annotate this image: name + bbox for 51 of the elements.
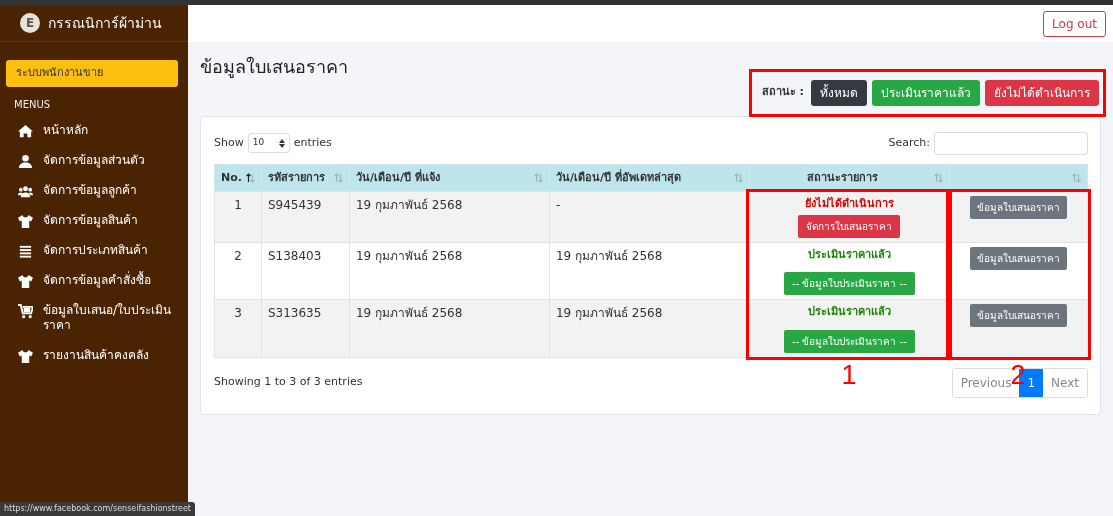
sidebar-item[interactable]: หน้าหลัก xyxy=(0,115,188,146)
status-action-button[interactable]: จัดการใบเสนอราคา xyxy=(798,214,901,238)
house-icon xyxy=(18,123,33,139)
sidebar-item[interactable]: รายงานสินค้าคงคลัง xyxy=(0,340,188,371)
table-cell: S313635 xyxy=(261,299,350,358)
section-label: MENUS xyxy=(13,97,52,112)
table-cell: 19 กุมภาพันธ์ 2568 xyxy=(349,191,550,243)
shirt-icon xyxy=(18,273,33,289)
user-icon xyxy=(18,153,33,169)
quote-info-button[interactable]: ข้อมูลใบเสนอราคา xyxy=(970,304,1068,328)
table-cell: 1 xyxy=(214,191,262,243)
page-size-select[interactable]: 10 xyxy=(247,133,290,153)
filter-button[interactable]: ยังไม่ได้ดำเนินการ xyxy=(985,79,1099,106)
table-cell: S138403 xyxy=(261,242,350,300)
status-text: ประเมินราคาแล้ว xyxy=(806,304,892,321)
brand-title: กรรณนิการ์ผ้าม่าน xyxy=(48,13,162,33)
logo-badge: E xyxy=(20,13,40,33)
status-text: ยังไม่ได้ดำเนินการ xyxy=(803,196,895,213)
status-url: https://www.facebook.com/senseifashionstreet xyxy=(0,502,195,516)
quote-info-button[interactable]: ข้อมูลใบเสนอราคา xyxy=(970,196,1068,220)
table-cell: 19 กุมภาพันธ์ 2568 xyxy=(349,299,550,358)
table-cell: 19 กุมภาพันธ์ 2568 xyxy=(549,242,750,300)
filter-label: สถานะ : xyxy=(761,84,804,101)
table-cell: S945439 xyxy=(261,191,350,243)
role-button[interactable]: ระบบพนักงานขาย xyxy=(6,60,178,87)
table-cell: 3 xyxy=(214,299,262,358)
status-text: ประเมินราคาแล้ว xyxy=(806,246,892,263)
logout-button[interactable]: Log out xyxy=(1043,10,1106,37)
sidebar-item[interactable]: จัดการประเภทสินค้า xyxy=(0,235,188,266)
show-label: Show xyxy=(214,134,244,151)
search-field[interactable] xyxy=(934,131,1088,155)
sidebar-item[interactable]: จัดการข้อมูลคำสั่งซื้อ xyxy=(0,265,188,296)
filter-button[interactable]: ทั้งหมด xyxy=(811,79,867,106)
sidebar-item[interactable]: จัดการข้อมูลสินค้า xyxy=(0,205,188,236)
sidebar-item[interactable]: จัดการข้อมูลส่วนตัว xyxy=(0,145,188,176)
shirt-icon xyxy=(18,213,33,229)
annotation-number: 1 xyxy=(841,362,857,390)
quote-info-button[interactable]: ข้อมูลใบเสนอราคา xyxy=(970,246,1068,270)
shirt-icon xyxy=(18,348,33,364)
users-icon xyxy=(18,183,33,199)
sidebar-item[interactable]: ข้อมูลใบเสนอ/ใบประเมินราคา xyxy=(0,295,188,341)
list-icon xyxy=(18,243,33,259)
search-label: Search: xyxy=(888,134,930,151)
table-cell: 19 กุมภาพันธ์ 2568 xyxy=(349,242,550,300)
table-cell: 2 xyxy=(214,242,262,300)
entries-label: entries xyxy=(293,134,332,151)
cart-icon xyxy=(18,303,33,319)
page-title: ข้อมูลใบเสนอราคา xyxy=(200,56,349,78)
table-info: Showing 1 to 3 of 3 entries xyxy=(214,374,363,391)
select-caret-icon xyxy=(278,138,285,148)
sidebar-item[interactable]: จัดการข้อมูลลูกค้า xyxy=(0,175,188,206)
